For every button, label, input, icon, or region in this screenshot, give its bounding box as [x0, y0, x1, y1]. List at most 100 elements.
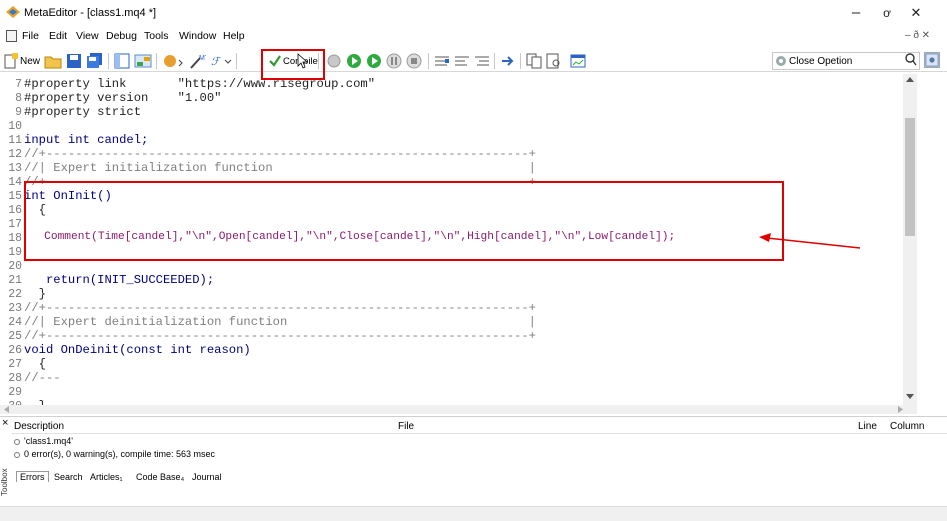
- line-number: 12: [8, 148, 22, 161]
- mql-wizard-icon[interactable]: [162, 53, 184, 69]
- code-line[interactable]: void OnDeinit(const int reason): [24, 343, 251, 357]
- horizontal-scrollbar[interactable]: [0, 405, 917, 414]
- menu-bar: File Edit View Debug Tools Window Help –…: [0, 26, 947, 46]
- start-profiling-icon[interactable]: [346, 53, 362, 69]
- menu-file[interactable]: File: [22, 30, 39, 42]
- pause-icon[interactable]: [386, 53, 402, 69]
- code-line[interactable]: //| Expert initialization function |: [24, 161, 536, 175]
- mdi-window-controls[interactable]: – ð ✕: [905, 30, 930, 41]
- toggle-bookmark-icon[interactable]: [434, 53, 450, 69]
- line-number: 29: [8, 386, 22, 399]
- stop-icon[interactable]: [406, 53, 422, 69]
- tab-errors[interactable]: Errors: [16, 471, 49, 482]
- compile-highlight-box: [261, 49, 325, 80]
- open-folder-icon[interactable]: [44, 53, 62, 69]
- terminal-icon[interactable]: [570, 53, 586, 69]
- start-history-icon[interactable]: [366, 53, 382, 69]
- search-input[interactable]: [789, 54, 899, 68]
- search-scope-icon[interactable]: [775, 55, 787, 67]
- next-bookmark-icon[interactable]: [454, 53, 470, 69]
- vertical-scrollbar[interactable]: [903, 74, 917, 405]
- tab-code-base[interactable]: Code Base₄: [136, 472, 184, 482]
- code-line[interactable]: //---: [24, 371, 61, 385]
- search-box[interactable]: [772, 52, 920, 70]
- message-row[interactable]: 'class1.mq4': [14, 436, 73, 446]
- message-text: 'class1.mq4': [24, 436, 73, 446]
- toolbar-separator: [494, 53, 495, 69]
- line-number: 20: [8, 260, 22, 273]
- col-column[interactable]: Column: [890, 421, 924, 432]
- code-highlight-box: [24, 181, 784, 261]
- code-line[interactable]: //| Expert deinitialization function |: [24, 315, 536, 329]
- scroll-down-icon[interactable]: [906, 394, 914, 400]
- line-number: 27: [8, 358, 22, 371]
- wizard-dropdown-icon[interactable]: ℱ: [210, 53, 232, 69]
- menu-tools[interactable]: Tools: [144, 30, 169, 42]
- mouse-cursor-icon: [297, 53, 309, 69]
- tab-articles[interactable]: Articles₁: [90, 472, 123, 482]
- save-all-icon[interactable]: [86, 53, 104, 69]
- line-number: 26: [8, 344, 22, 357]
- message-row[interactable]: 0 error(s), 0 warning(s), compile time: …: [14, 449, 215, 459]
- menu-window[interactable]: Window: [179, 30, 216, 42]
- magic-wand-icon[interactable]: MT: [188, 53, 206, 69]
- maximize-button[interactable]: ơ: [873, 3, 901, 23]
- col-description[interactable]: Description: [14, 421, 64, 432]
- prev-bookmark-icon[interactable]: [474, 53, 490, 69]
- info-icon: [14, 452, 20, 458]
- copy-icon[interactable]: [526, 53, 542, 69]
- debug-start-icon[interactable]: [326, 53, 342, 69]
- tab-journal[interactable]: Journal: [192, 472, 222, 482]
- svg-text:MT: MT: [199, 55, 206, 62]
- col-file[interactable]: File: [398, 421, 414, 432]
- line-number-gutter: 7 8 9 10 11 12 13 14 15 16 17 18 19 20 2…: [0, 74, 22, 405]
- go-to-icon[interactable]: [500, 53, 516, 69]
- toolbar: New MT ℱ Compile: [0, 50, 947, 72]
- code-line[interactable]: return(INIT_SUCCEEDED);: [24, 273, 214, 287]
- find-icon[interactable]: [546, 53, 562, 69]
- title-bar: MetaEditor - [class1.mq4 *] – ơ ✕: [0, 0, 947, 26]
- tab-search[interactable]: Search: [54, 472, 83, 482]
- info-icon: [14, 439, 20, 445]
- minimize-button[interactable]: –: [842, 3, 870, 23]
- new-button[interactable]: New: [20, 56, 40, 67]
- search-icon[interactable]: [905, 53, 917, 67]
- toolbar-separator: [156, 53, 157, 69]
- menu-view[interactable]: View: [76, 30, 99, 42]
- line-number: 8: [15, 92, 22, 105]
- close-window-button[interactable]: ✕: [902, 3, 930, 23]
- line-number: 19: [8, 246, 22, 259]
- code-line[interactable]: #property version "1.00": [24, 91, 221, 105]
- code-line[interactable]: {: [24, 357, 46, 371]
- toolbar-separator: [428, 53, 429, 69]
- scroll-left-icon[interactable]: [4, 406, 9, 413]
- search-online-icon[interactable]: [924, 52, 940, 68]
- line-number: 7: [15, 78, 22, 91]
- navigator-icon[interactable]: [114, 53, 130, 69]
- code-line[interactable]: //+-------------------------------------…: [24, 147, 536, 161]
- vertical-scroll-thumb[interactable]: [905, 118, 915, 236]
- code-line[interactable]: //+-------------------------------------…: [24, 301, 536, 315]
- code-line[interactable]: input int candel;: [24, 133, 148, 147]
- menu-edit[interactable]: Edit: [49, 30, 67, 42]
- new-file-icon: [4, 53, 18, 69]
- line-number: 28: [8, 372, 22, 385]
- toolbox-icon[interactable]: [134, 53, 152, 69]
- code-line[interactable]: //+-------------------------------------…: [24, 329, 536, 343]
- menu-help[interactable]: Help: [223, 30, 245, 42]
- metaeditor-logo-icon: [6, 6, 20, 18]
- scroll-up-icon[interactable]: [906, 76, 914, 82]
- col-line[interactable]: Line: [858, 421, 877, 432]
- scroll-right-icon[interactable]: [898, 406, 903, 413]
- panel-close-button[interactable]: ×: [2, 417, 8, 429]
- code-line[interactable]: #property strict: [24, 105, 141, 119]
- save-icon[interactable]: [66, 53, 82, 69]
- line-number: 21: [8, 274, 22, 287]
- toolbar-separator: [108, 53, 109, 69]
- line-number: 23: [8, 302, 22, 315]
- message-text: 0 error(s), 0 warning(s), compile time: …: [24, 449, 216, 459]
- toolbox-label[interactable]: Toolbox: [0, 462, 10, 496]
- menu-debug[interactable]: Debug: [106, 30, 137, 42]
- code-line[interactable]: }: [24, 287, 46, 301]
- svg-text:ℱ: ℱ: [211, 56, 222, 68]
